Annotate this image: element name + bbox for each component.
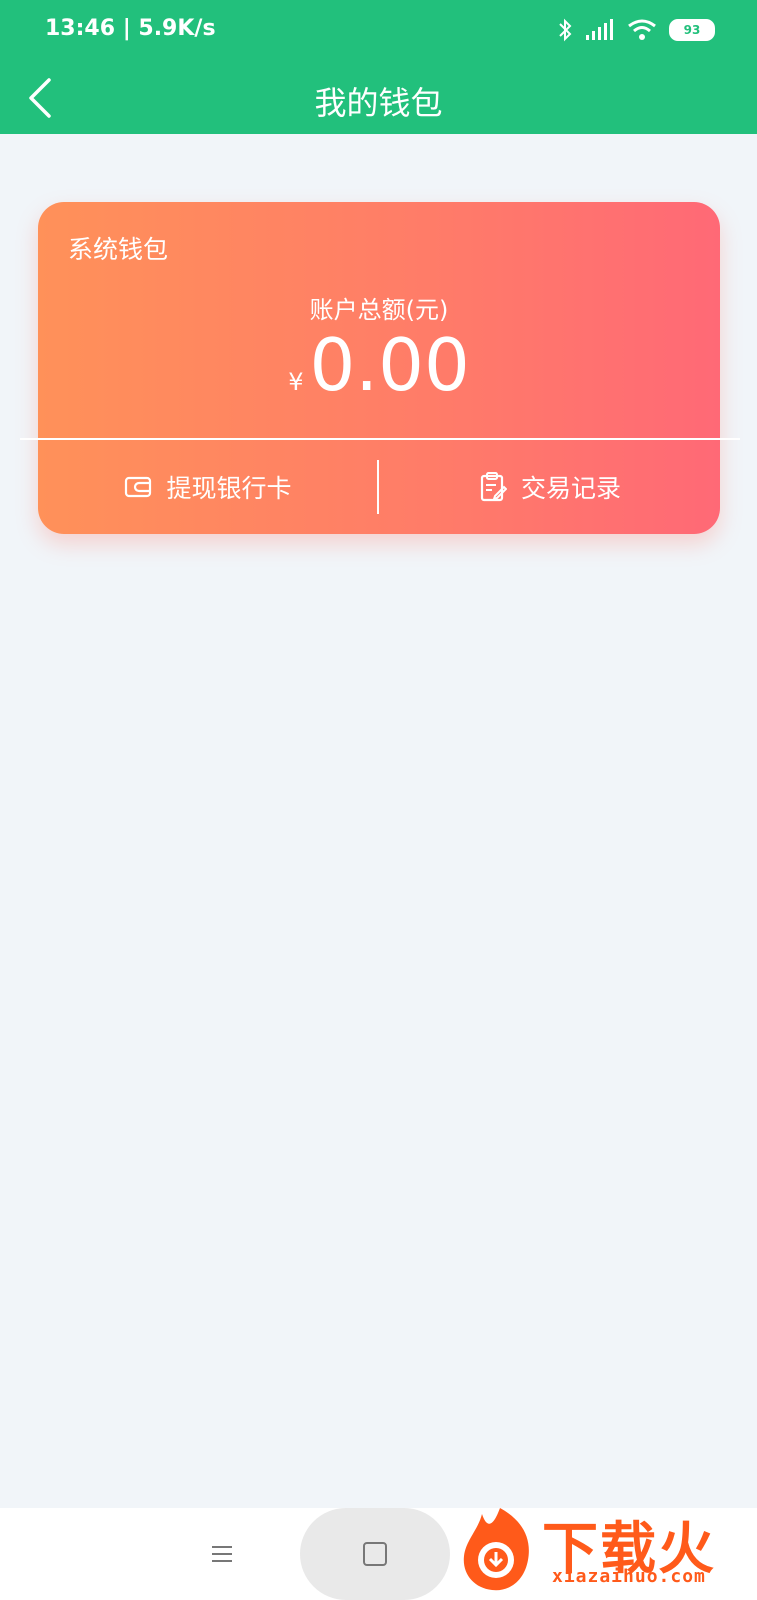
withdraw-bank-card-button[interactable]: 提现银行卡 — [38, 440, 378, 534]
status-bar: 13:46 | 5.9K/s 93 — [0, 0, 757, 62]
wallet-card: 系统钱包 账户总额(元) ¥ 0.00 提现银行卡 交易记录 — [20, 202, 740, 534]
navigation-bar: 我的钱包 — [0, 62, 757, 134]
bluetooth-icon — [559, 18, 572, 42]
status-time-speed: 13:46 | 5.9K/s — [45, 16, 216, 41]
app-header: 13:46 | 5.9K/s 93 我的钱包 — [0, 0, 757, 134]
home-button[interactable] — [300, 1508, 450, 1600]
wifi-icon — [628, 19, 656, 40]
transaction-records-label: 交易记录 — [520, 474, 621, 503]
currency-symbol: ¥ — [288, 368, 304, 396]
status-icons: 93 — [557, 18, 715, 42]
wallet-icon — [125, 476, 152, 498]
watermark-url: xiazaihuo.com — [552, 1566, 706, 1587]
menu-button[interactable] — [200, 1536, 244, 1572]
flame-logo-icon — [463, 1508, 529, 1591]
battery-level: 93 — [683, 23, 701, 37]
amount-display: ¥ 0.00 — [38, 320, 720, 410]
wallet-actions: 提现银行卡 交易记录 — [38, 440, 720, 534]
transaction-records-button[interactable]: 交易记录 — [380, 440, 720, 534]
menu-icon — [212, 1546, 232, 1562]
home-icon — [363, 1542, 387, 1566]
clipboard-edit-icon — [480, 472, 507, 502]
signal-icon — [586, 19, 613, 40]
withdraw-bank-card-label: 提现银行卡 — [166, 474, 292, 503]
watermark: 下载火 xiazaihuo.com — [452, 1500, 752, 1600]
page-title: 我的钱包 — [314, 84, 443, 122]
wallet-name: 系统钱包 — [68, 235, 169, 264]
battery-icon: 93 — [669, 19, 715, 41]
action-separator — [377, 460, 379, 514]
amount-value: 0.00 — [309, 323, 470, 407]
